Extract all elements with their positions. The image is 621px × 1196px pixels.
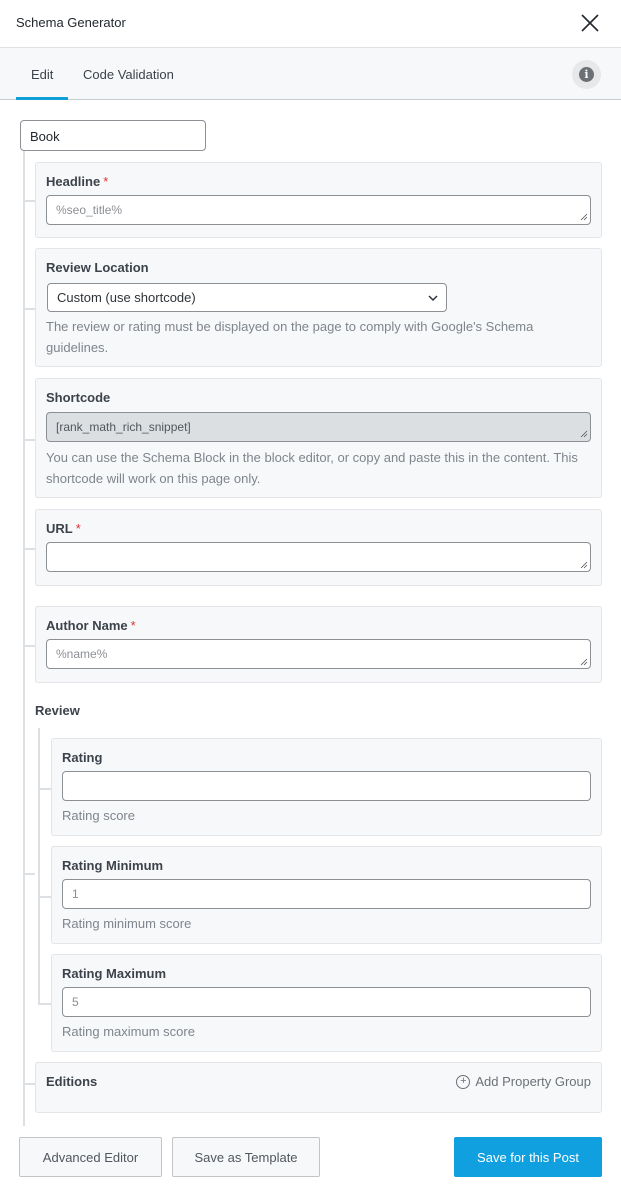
- headline-input[interactable]: %seo_title%: [46, 195, 591, 225]
- rating-minimum-card: Rating Minimum 1 Rating minimum score: [51, 846, 602, 944]
- tree-branch: [23, 645, 35, 647]
- resize-handle-icon[interactable]: [580, 561, 588, 569]
- resize-handle-icon[interactable]: [580, 213, 588, 221]
- tree-branch: [23, 200, 35, 202]
- active-tab-indicator: [16, 97, 68, 100]
- resize-handle-icon[interactable]: [580, 430, 588, 438]
- tree-line: [23, 151, 25, 1126]
- headline-card: Headline * %seo_title%: [35, 162, 602, 238]
- shortcode-input[interactable]: [rank_math_rich_snippet]: [46, 412, 591, 442]
- url-label: URL *: [46, 521, 81, 536]
- add-property-group-button[interactable]: + Add Property Group: [456, 1074, 591, 1089]
- schema-type-field[interactable]: Book: [20, 120, 206, 151]
- shortcode-label: Shortcode: [46, 390, 111, 405]
- rating-input[interactable]: [62, 771, 591, 801]
- close-icon[interactable]: [579, 12, 601, 34]
- tab-bar: Edit Code Validation i: [0, 48, 621, 100]
- rating-minimum-input[interactable]: 1: [62, 879, 591, 909]
- plus-circle-icon: +: [456, 1074, 471, 1089]
- review-location-label: Review Location: [46, 260, 149, 275]
- rating-maximum-label: Rating Maximum: [62, 966, 167, 981]
- shortcode-card: Shortcode [rank_math_rich_snippet] You c…: [35, 378, 602, 498]
- add-property-group-label: Add Property Group: [475, 1074, 591, 1089]
- review-group-label: Review: [35, 703, 80, 718]
- rating-maximum-description: Rating maximum score: [62, 1024, 195, 1039]
- tree-branch: [38, 1003, 51, 1005]
- save-as-template-button[interactable]: Save as Template: [172, 1137, 320, 1177]
- chevron-down-icon: [428, 295, 438, 302]
- tab-code-validation[interactable]: Code Validation: [83, 67, 174, 82]
- review-location-description: The review or rating must be displayed o…: [46, 319, 534, 355]
- author-name-input[interactable]: %name%: [46, 639, 591, 669]
- rating-minimum-description: Rating minimum score: [62, 916, 192, 931]
- tree-branch: [23, 1083, 35, 1085]
- resize-handle-icon[interactable]: [580, 658, 588, 666]
- advanced-editor-button[interactable]: Advanced Editor: [19, 1137, 162, 1177]
- tree-branch: [38, 896, 51, 898]
- modal-header: Schema Generator: [0, 0, 621, 48]
- tab-edit[interactable]: Edit: [31, 67, 53, 82]
- url-input[interactable]: [46, 542, 591, 572]
- editions-label: Editions: [46, 1074, 98, 1089]
- rating-card: Rating Rating score: [51, 738, 602, 836]
- modal-title: Schema Generator: [16, 15, 126, 30]
- editions-card: Editions + Add Property Group: [35, 1062, 602, 1113]
- tree-line-review: [38, 728, 40, 1004]
- info-icon: i: [579, 67, 594, 82]
- author-name-label: Author Name *: [46, 618, 136, 633]
- tree-branch: [23, 308, 35, 310]
- review-location-select[interactable]: Custom (use shortcode): [47, 283, 447, 312]
- headline-label: Headline *: [46, 174, 109, 189]
- tree-branch: [23, 548, 35, 550]
- author-name-card: Author Name * %name%: [35, 606, 602, 683]
- rating-maximum-card: Rating Maximum 5 Rating maximum score: [51, 954, 602, 1052]
- rating-minimum-label: Rating Minimum: [62, 858, 164, 873]
- review-location-card: Review Location Custom (use shortcode) T…: [35, 248, 602, 367]
- tree-branch: [23, 439, 35, 441]
- rating-label: Rating: [62, 750, 103, 765]
- info-button[interactable]: i: [572, 60, 601, 89]
- save-for-this-post-button[interactable]: Save for this Post: [454, 1137, 602, 1177]
- tree-branch: [38, 788, 51, 790]
- shortcode-description: You can use the Schema Block in the bloc…: [46, 450, 578, 486]
- url-card: URL *: [35, 509, 602, 586]
- rating-maximum-input[interactable]: 5: [62, 987, 591, 1017]
- rating-description: Rating score: [62, 808, 135, 823]
- tree-branch: [23, 873, 35, 875]
